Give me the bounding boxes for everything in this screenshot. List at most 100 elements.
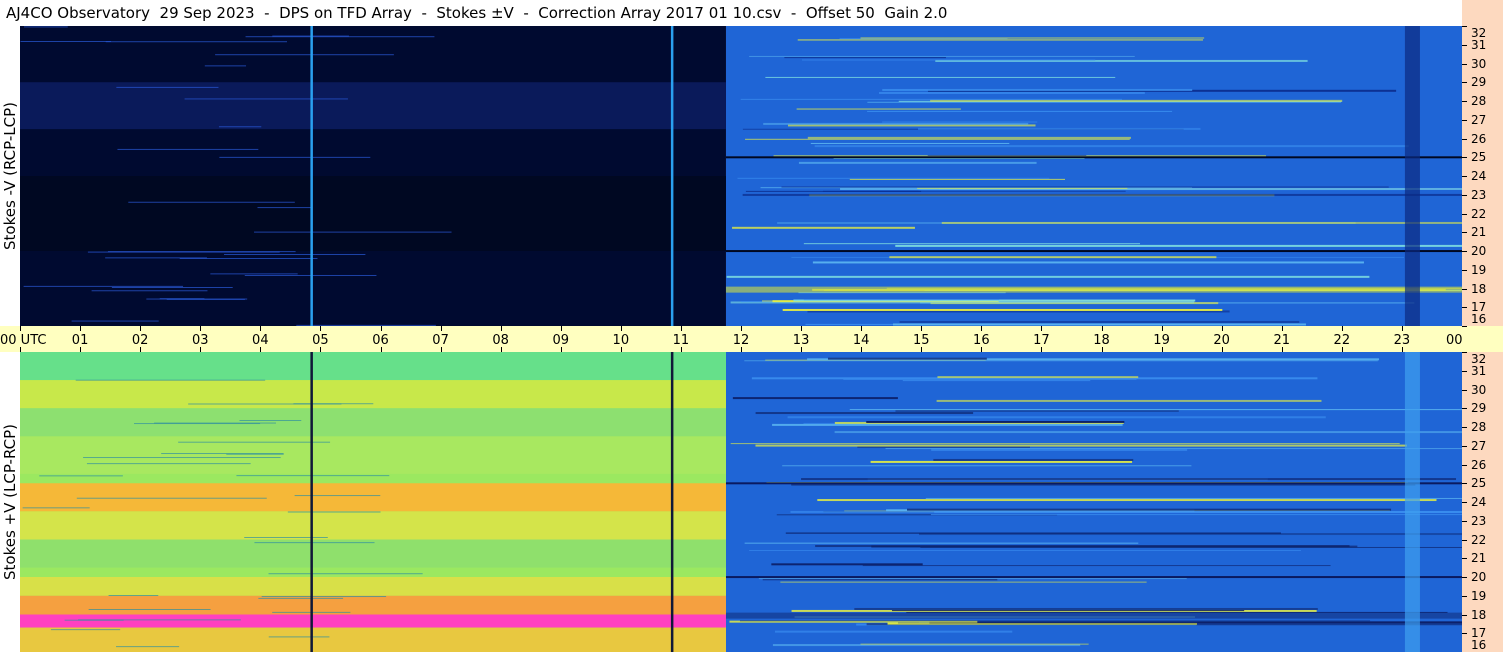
freq-tick-mark <box>1462 464 1467 466</box>
time-tick-mark <box>1221 326 1223 331</box>
streak <box>268 573 423 575</box>
streak <box>803 243 1141 245</box>
freq-tick-label: 23 <box>1471 187 1487 202</box>
streak <box>71 320 159 322</box>
spectrogram-top <box>20 26 1462 326</box>
streak <box>803 299 1000 301</box>
night-band <box>20 539 726 568</box>
band-20mhz <box>725 250 1462 253</box>
streak <box>210 273 298 275</box>
freq-tick-mark <box>1462 520 1467 522</box>
streak <box>895 409 1179 412</box>
night-band <box>20 408 726 437</box>
streak <box>882 121 1038 123</box>
time-tick-label: 11 <box>672 333 690 348</box>
edge-feature <box>1404 352 1420 652</box>
time-tick-mark <box>921 326 923 331</box>
time-tick-mark <box>260 326 262 331</box>
streak <box>787 416 1326 419</box>
time-tick-mark <box>500 326 502 331</box>
streak <box>294 495 381 497</box>
night-band <box>20 176 726 251</box>
night-band <box>20 577 726 596</box>
night-band <box>20 614 726 628</box>
streak <box>774 630 1013 633</box>
freq-tick-label: 27 <box>1471 438 1487 453</box>
freq-tick-label: 26 <box>1471 457 1487 472</box>
streak <box>22 507 90 509</box>
streak <box>287 511 381 513</box>
band-25mhz <box>725 156 1462 159</box>
streak <box>762 579 998 581</box>
streak <box>76 497 267 499</box>
vertical-line <box>670 352 674 652</box>
streak <box>917 187 1128 189</box>
streak <box>889 256 1217 259</box>
freq-tick-mark <box>1462 44 1467 46</box>
band-18mhz <box>725 612 1462 619</box>
freq-tick-label: 20 <box>1471 570 1487 584</box>
freq-tick-mark <box>1462 614 1467 616</box>
freq-tick-mark <box>1462 558 1467 560</box>
freq-tick-label: 18 <box>1471 607 1487 622</box>
time-tick-mark <box>20 326 21 331</box>
streak <box>179 257 318 259</box>
streak <box>822 190 1126 192</box>
time-tick-label: 19 <box>1153 333 1170 348</box>
streak <box>902 380 1091 382</box>
streak <box>931 448 1188 451</box>
freq-tick-label: 21 <box>1471 551 1487 566</box>
streak <box>929 621 1462 624</box>
time-tick-mark <box>320 326 322 331</box>
streak <box>268 636 330 638</box>
time-tick-mark <box>741 326 742 331</box>
freq-tick-label: 28 <box>1471 420 1487 434</box>
vertical-line <box>310 352 313 652</box>
time-tick-mark <box>981 326 983 331</box>
streak <box>782 308 1223 311</box>
night-band <box>20 595 726 615</box>
time-tick-label: 09 <box>552 333 570 348</box>
time-tick-label: 17 <box>1033 333 1050 348</box>
freq-tick-label: 19 <box>1471 262 1487 277</box>
streak <box>244 536 328 538</box>
streak <box>744 542 1139 544</box>
time-tick-label: 01 <box>71 333 89 348</box>
freq-tick-label: 17 <box>1471 626 1487 641</box>
streak <box>866 420 1125 423</box>
vertical-line <box>310 26 313 326</box>
title-strip <box>1462 0 1503 26</box>
freq-tick-mark <box>1462 213 1467 215</box>
streak <box>732 226 915 229</box>
streak <box>293 403 374 405</box>
streak <box>726 275 1370 278</box>
streak <box>891 610 1245 612</box>
streak <box>937 376 1139 379</box>
streak <box>107 251 296 253</box>
freq-tick-mark <box>1462 157 1467 159</box>
streak <box>885 448 1462 450</box>
streak <box>742 193 1462 196</box>
freq-tick-label: 25 <box>1471 476 1487 491</box>
streak <box>116 86 219 88</box>
night-band <box>20 436 726 474</box>
time-tick-mark <box>801 326 803 331</box>
night-band <box>20 511 726 540</box>
time-tick-label: 16 <box>973 333 990 348</box>
freq-tick-mark <box>1462 101 1467 102</box>
freq-tick-label: 32 <box>1471 26 1487 40</box>
freq-tick-label: 30 <box>1471 382 1487 397</box>
streak <box>870 460 1133 463</box>
freq-tick-mark <box>1462 194 1467 196</box>
time-tick-mark <box>620 326 622 331</box>
streak <box>782 465 1192 467</box>
edge-feature <box>1404 26 1420 326</box>
streak <box>784 57 946 59</box>
time-axis: 00 UTC 01 02 03 04 05 06 07 08 09 10 11 12 13 14 15 16 17… <box>0 326 1495 352</box>
time-tick-label: 04 <box>252 333 269 348</box>
streak <box>862 565 1331 567</box>
freq-tick-label: 22 <box>1471 206 1487 221</box>
freq-tick-mark <box>1462 352 1467 353</box>
freq-tick-mark <box>1462 577 1467 578</box>
streak <box>797 39 1203 41</box>
